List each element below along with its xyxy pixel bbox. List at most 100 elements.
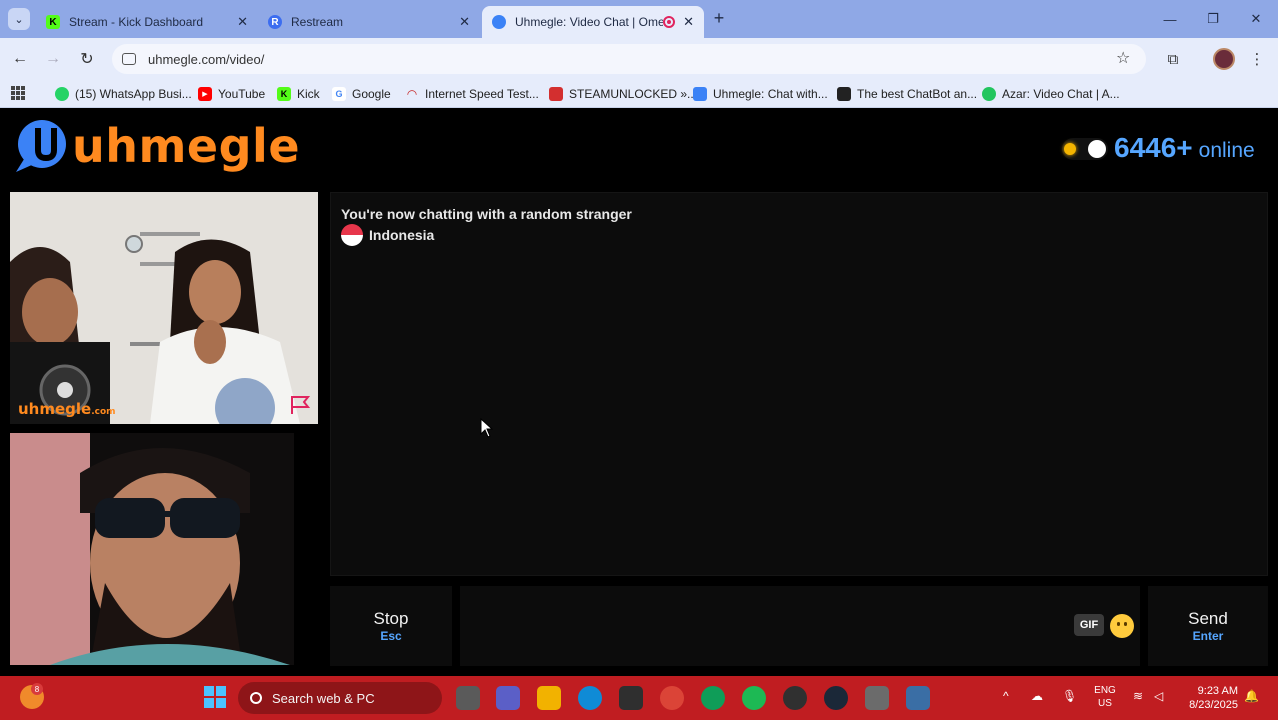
address-bar[interactable]: uhmegle.com/video/ <box>112 44 1146 74</box>
bookmark-kick[interactable]: K Kick <box>277 85 320 103</box>
send-label: Send <box>1188 609 1228 628</box>
tab-uhmegle[interactable]: Uhmegle: Video Chat | Ome ✕ <box>482 6 704 38</box>
restore-icon[interactable]: ❐ <box>1201 8 1225 30</box>
recording-icon <box>663 16 676 28</box>
menu-kebab-icon[interactable]: ⋮ <box>1246 48 1268 70</box>
steam-icon[interactable] <box>824 686 848 710</box>
chat-log: You're now chatting with a random strang… <box>330 192 1268 576</box>
chatbot-icon <box>837 87 851 101</box>
theme-toggle[interactable] <box>1062 138 1108 160</box>
steamunlocked-icon <box>549 87 563 101</box>
notifications-bell-icon[interactable]: 🔔 <box>1244 689 1259 703</box>
spotify-icon[interactable] <box>742 686 766 710</box>
windows-start-icon[interactable] <box>204 686 226 708</box>
bookmark-whatsapp[interactable]: (15) WhatsApp Busi... <box>55 85 192 103</box>
back-arrow-icon[interactable]: ← <box>9 48 31 70</box>
tab-title: Uhmegle: Video Chat | Ome <box>515 15 664 29</box>
system-clock[interactable]: 9:23 AM 8/23/2025 <box>1182 684 1238 712</box>
network-app-icon[interactable] <box>906 686 930 710</box>
bookmark-chatbot[interactable]: The best ChatBot an... <box>837 85 977 103</box>
tab-restream[interactable]: R Restream ✕ <box>258 6 480 38</box>
site-logo[interactable]: uhmegle <box>12 118 300 174</box>
bookmark-star-icon[interactable]: ☆ <box>1116 48 1130 68</box>
taskbar-search[interactable]: Search web & PC <box>238 682 442 714</box>
bookmark-youtube[interactable]: ▶ YouTube <box>198 85 265 103</box>
file-explorer-icon[interactable] <box>537 686 561 710</box>
url-text: uhmegle.com/video/ <box>148 51 265 67</box>
indonesia-flag-icon <box>341 224 363 246</box>
bookmark-google[interactable]: G Google <box>332 85 391 103</box>
reload-icon[interactable]: ↻ <box>76 48 98 70</box>
taskbar-search-placeholder: Search web & PC <box>272 690 375 706</box>
tab-search-chevron-icon[interactable]: ⌄ <box>8 8 30 30</box>
stranger-country: Indonesia <box>341 224 434 246</box>
google-icon: G <box>332 87 346 101</box>
forward-arrow-icon[interactable]: → <box>42 48 64 70</box>
search-icon <box>250 692 262 704</box>
browser-tab-bar: ⌄ K Stream - Kick Dashboard ✕ R Restream… <box>0 0 1278 38</box>
store-icon[interactable] <box>619 686 643 710</box>
chrome-alt-icon[interactable] <box>701 686 725 710</box>
bookmark-uhmegle[interactable]: Uhmegle: Chat with... <box>693 85 828 103</box>
uhmegle-icon <box>693 87 707 101</box>
country-name: Indonesia <box>369 227 435 243</box>
tab-close-icon[interactable]: ✕ <box>683 14 694 30</box>
online-counter: 6446+ online <box>1114 132 1255 164</box>
tab-title: Stream - Kick Dashboard <box>69 15 204 29</box>
apps-grid-icon[interactable] <box>11 86 25 100</box>
new-tab-plus-icon[interactable]: + <box>709 8 729 28</box>
gif-button[interactable]: GIF <box>1074 614 1104 636</box>
kick-icon: K <box>277 87 291 101</box>
self-video-frame <box>10 433 318 665</box>
tab-close-icon[interactable]: ✕ <box>237 14 248 30</box>
send-button[interactable]: Send Enter <box>1148 586 1268 666</box>
speedometer-icon: ◠ <box>407 87 417 101</box>
logo-text: uhmegle <box>72 119 301 173</box>
bookmark-label: Azar: Video Chat | A... <box>1002 87 1120 101</box>
online-label: online <box>1198 139 1255 162</box>
emoji-icon[interactable] <box>1110 614 1134 638</box>
microphone-icon[interactable]: 🎙 <box>1062 689 1077 703</box>
obs-icon[interactable] <box>783 686 807 710</box>
stop-shortcut: Esc <box>380 629 402 643</box>
tray-chevron-up-icon[interactable]: ^ <box>1003 689 1009 703</box>
youtube-icon: ▶ <box>198 87 212 101</box>
edge-icon[interactable] <box>578 686 602 710</box>
settings-gear-icon[interactable] <box>865 686 889 710</box>
wifi-icon[interactable]: ≋ <box>1133 689 1143 703</box>
tab-title: Restream <box>291 15 344 29</box>
input-language[interactable]: ENG US <box>1090 684 1120 710</box>
bookmark-label: Internet Speed Test... <box>425 87 539 101</box>
windows-taskbar: 8 Search web & PC ^ ☁ 🎙 ENG US ≋ ◁ 9:23 A… <box>0 676 1278 720</box>
stop-button[interactable]: Stop Esc <box>330 586 452 666</box>
message-input[interactable]: GIF <box>460 586 1140 666</box>
close-window-icon[interactable]: ✕ <box>1244 8 1268 30</box>
restream-icon: R <box>268 15 282 29</box>
minimize-icon[interactable]: — <box>1158 8 1182 30</box>
onedrive-cloud-icon[interactable]: ☁ <box>1031 689 1043 703</box>
tab-kick-dashboard[interactable]: K Stream - Kick Dashboard ✕ <box>36 6 258 38</box>
chrome-icon[interactable] <box>660 686 684 710</box>
profile-avatar[interactable] <box>1213 48 1235 70</box>
volume-icon[interactable]: ◁ <box>1154 689 1163 703</box>
site-info-icon[interactable] <box>122 53 136 65</box>
bookmark-speedtest[interactable]: ◠ Internet Speed Test... <box>405 85 539 103</box>
report-flag-icon[interactable] <box>288 394 312 416</box>
uhmegle-icon <box>492 15 506 29</box>
uhmegle-watermark: uhmegle.com <box>18 400 116 418</box>
stranger-video-frame <box>10 192 318 424</box>
bookmark-label: Kick <box>297 87 320 101</box>
stop-label: Stop <box>373 609 409 628</box>
browser-toolbar: ← → ↻ uhmegle.com/video/ ☆ ⧉ ⋮ <box>0 38 1278 80</box>
chat-status-message: You're now chatting with a random strang… <box>341 206 632 222</box>
notification-badge: 8 <box>31 683 43 695</box>
tab-close-icon[interactable]: ✕ <box>459 14 470 30</box>
bookmark-azar[interactable]: Azar: Video Chat | A... <box>982 85 1120 103</box>
bookmark-label: STEAMUNLOCKED »... <box>569 87 698 101</box>
extensions-puzzle-icon[interactable]: ⧉ <box>1162 48 1184 70</box>
bookmark-steamunlocked[interactable]: STEAMUNLOCKED »... <box>549 85 697 103</box>
task-view-icon[interactable] <box>456 686 480 710</box>
bookmarks-bar: (15) WhatsApp Busi... ▶ YouTube K Kick G… <box>0 80 1278 108</box>
teams-icon[interactable] <box>496 686 520 710</box>
bookmark-label: Uhmegle: Chat with... <box>713 87 828 101</box>
